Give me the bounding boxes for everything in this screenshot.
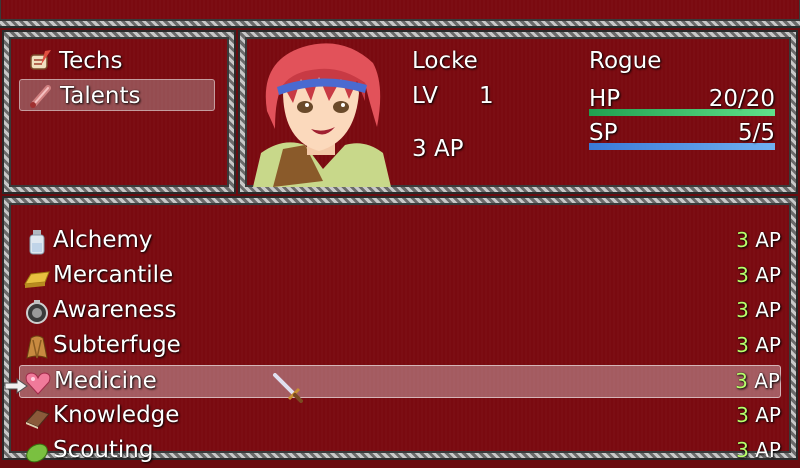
cloak-icon (26, 335, 48, 359)
talent-row[interactable]: Awareness 3 AP (19, 295, 781, 328)
leaf-icon (26, 443, 48, 463)
talent-row[interactable]: Alchemy 3 AP (19, 225, 781, 258)
command-window: Techs Talents (4, 32, 234, 192)
talent-row[interactable]: Scouting 3 AP (19, 435, 781, 468)
talent-cost-number: 3 (736, 438, 749, 462)
talent-name: Alchemy (53, 227, 153, 253)
command-label: Techs (59, 48, 123, 74)
gold-bar-icon (24, 271, 50, 288)
compass-icon (26, 300, 48, 324)
pointing-hand-cursor-icon (4, 378, 28, 394)
level-label: LV (412, 83, 439, 109)
talent-row-selected[interactable]: Medicine 3 AP (19, 365, 781, 398)
talent-cost-number: 3 (736, 333, 749, 357)
actor-name: Locke (412, 48, 478, 74)
potion-bottle-icon (29, 230, 45, 255)
sp-value: 5/5 (737, 120, 775, 146)
hp-label: HP (589, 86, 621, 112)
talent-cost-number: 3 (736, 403, 749, 427)
hp-value: 20/20 (708, 86, 775, 112)
command-techs[interactable]: Techs (19, 45, 215, 77)
actor-portrait (253, 43, 391, 187)
talent-cost-unit: AP (755, 438, 781, 462)
status-window: Locke LV 1 3 AP Rogue HP 20/20 SP 5/5 (240, 32, 796, 192)
talent-cost-unit: AP (755, 403, 781, 427)
talent-cost-number: 3 (736, 228, 749, 252)
scroll-icon (30, 85, 51, 108)
ap-text: 3 AP (412, 136, 464, 162)
actor-class: Rogue (589, 48, 662, 74)
talent-name: Awareness (53, 297, 177, 323)
talent-cost: 3 AP (736, 296, 781, 324)
talent-cost-unit: AP (755, 333, 781, 357)
talent-cost-number: 3 (735, 369, 748, 393)
talent-name: Scouting (53, 437, 154, 463)
talent-cost: 3 AP (736, 401, 781, 429)
talent-cost-unit: AP (754, 369, 780, 393)
talent-name: Knowledge (53, 402, 180, 428)
book-icon (25, 409, 50, 429)
talent-cost: 3 AP (736, 436, 781, 464)
talent-cost-number: 3 (736, 263, 749, 287)
talent-row[interactable]: Subterfuge 3 AP (19, 330, 781, 363)
talent-cost: 3 AP (736, 226, 781, 254)
talent-cost: 3 AP (735, 367, 780, 395)
talent-name: Subterfuge (53, 332, 181, 358)
talent-cost-unit: AP (755, 298, 781, 322)
talent-name: Mercantile (53, 262, 174, 288)
command-label: Talents (60, 83, 141, 109)
talent-cost: 3 AP (736, 331, 781, 359)
sp-label: SP (589, 120, 618, 146)
talent-list-window: Alchemy 3 AP Mercantile 3 AP Awareness 3… (4, 198, 796, 463)
talent-cost-unit: AP (755, 228, 781, 252)
scroll-quill-icon (30, 50, 51, 70)
talent-row[interactable]: Mercantile 3 AP (19, 260, 781, 293)
talent-name: Medicine (54, 368, 157, 394)
talent-row[interactable]: Knowledge 3 AP (19, 400, 781, 433)
talent-cost: 3 AP (736, 261, 781, 289)
talent-cost-number: 3 (736, 298, 749, 322)
talent-cost-unit: AP (755, 263, 781, 287)
sword-icon (273, 373, 303, 403)
help-window (0, 0, 800, 26)
command-talents[interactable]: Talents (19, 79, 215, 111)
level-value: 1 (479, 83, 494, 109)
